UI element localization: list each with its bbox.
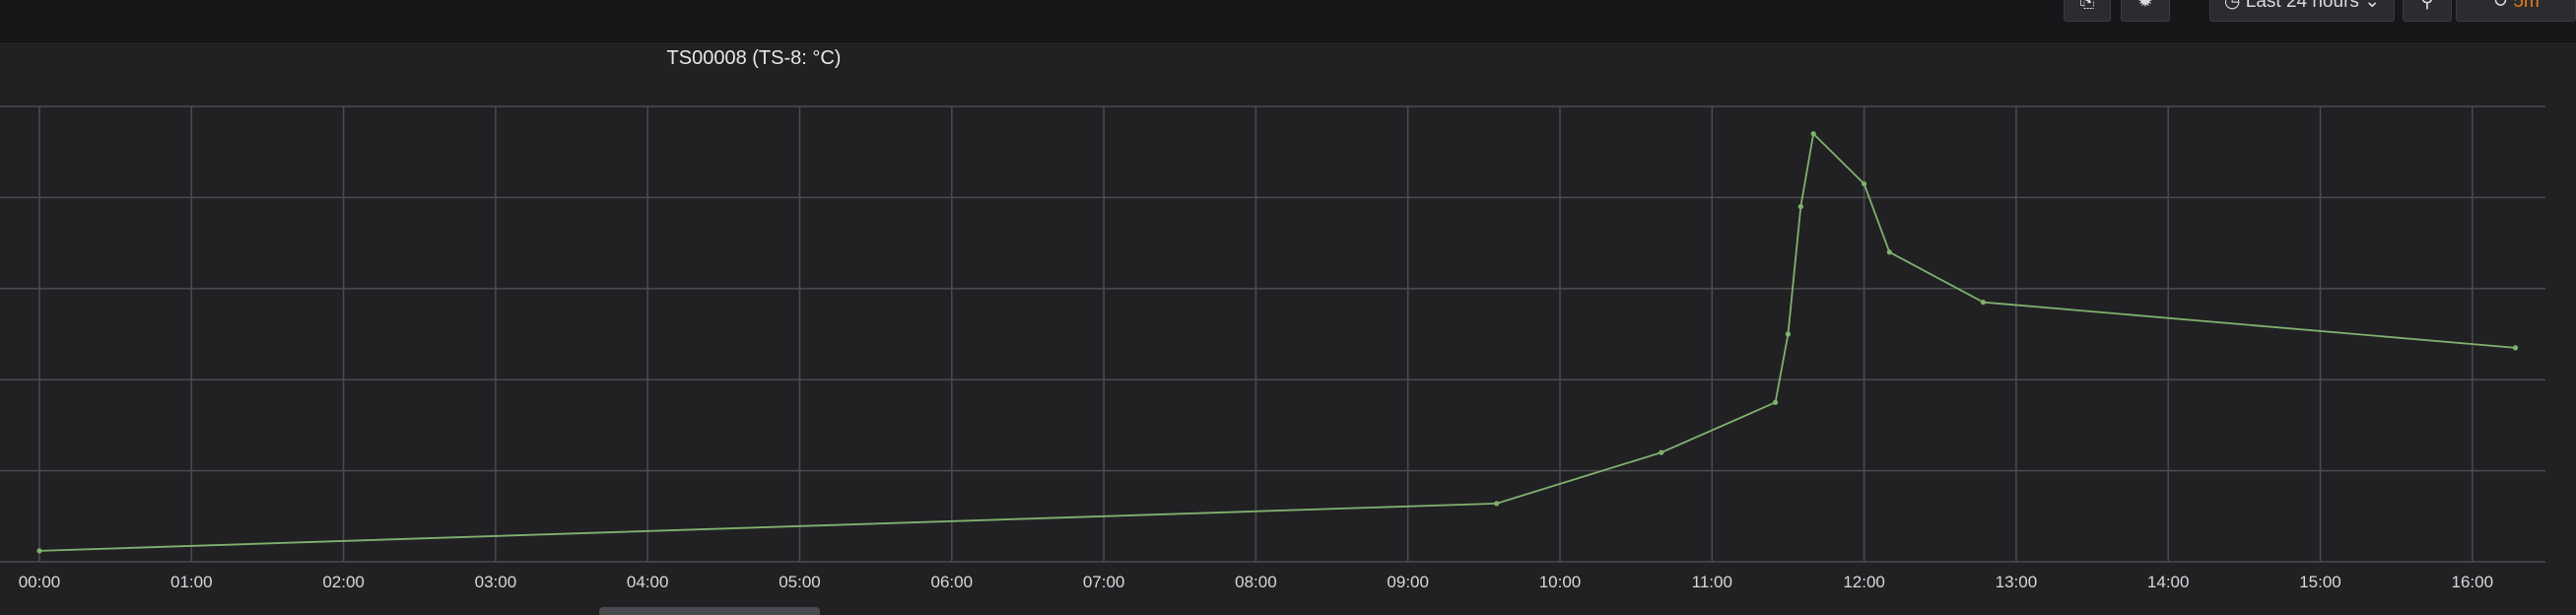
x-tick-label: 10:00 xyxy=(1539,573,1582,591)
data-point xyxy=(1980,300,1987,306)
x-tick-label: 04:00 xyxy=(627,573,669,591)
data-point xyxy=(36,548,42,554)
data-point xyxy=(1785,331,1792,337)
x-tick-label: 05:00 xyxy=(779,573,821,591)
data-point xyxy=(1494,501,1500,507)
x-tick-label: 08:00 xyxy=(1235,573,1277,591)
data-point xyxy=(1659,449,1664,455)
x-tick-label: 14:00 xyxy=(2147,573,2190,591)
x-tick-label: 01:00 xyxy=(170,573,213,591)
x-tick-label: 07:00 xyxy=(1083,573,1125,591)
data-point xyxy=(1797,204,1803,210)
x-tick-label: 13:00 xyxy=(1996,573,2038,591)
series-line xyxy=(38,131,2516,552)
x-tick-label: 11:00 xyxy=(1692,573,1732,591)
line-chart[interactable]: 00:00 01:00 02:00 03:00 04:00 05:00 06:00 07:00… xyxy=(0,0,2576,615)
x-tick-label: 09:00 xyxy=(1387,573,1429,591)
horizontal-scrollbar[interactable] xyxy=(599,607,820,615)
data-point xyxy=(2512,345,2519,351)
x-tick-label: 15:00 xyxy=(2299,573,2341,591)
data-point xyxy=(1862,180,1867,187)
data-point xyxy=(1810,131,1816,137)
x-tick-label: 02:00 xyxy=(322,573,365,591)
x-tick-label: 12:00 xyxy=(1843,573,1885,591)
x-tick-label: 00:00 xyxy=(19,573,61,591)
data-point xyxy=(1772,399,1779,405)
x-tick-label: 03:00 xyxy=(475,573,517,591)
x-tick-label: 06:00 xyxy=(931,573,974,591)
data-point xyxy=(1886,249,1892,255)
x-tick-label: 16:00 xyxy=(2452,573,2494,591)
